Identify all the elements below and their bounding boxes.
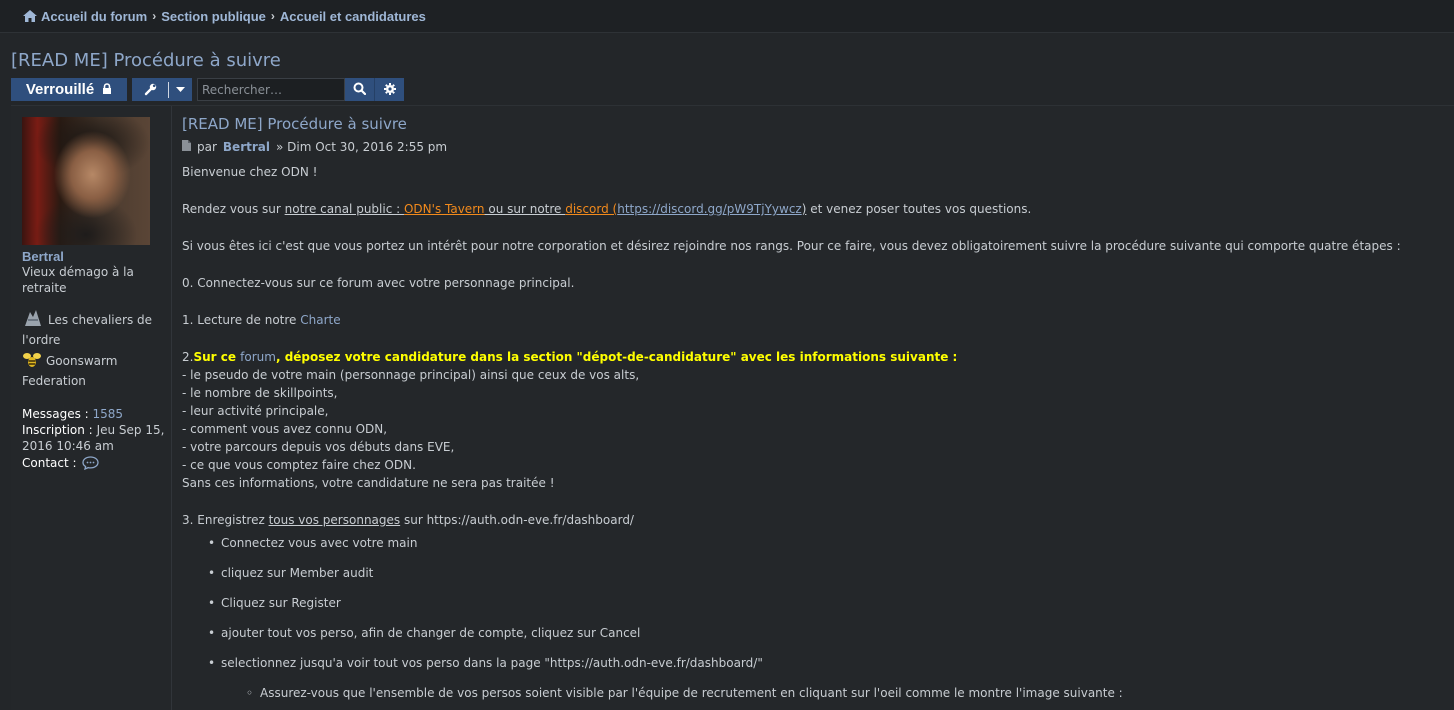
chevron-right-icon: › — [270, 9, 275, 23]
charte-link[interactable]: Charte — [300, 313, 340, 327]
canal-public-text: notre canal public : — [284, 202, 404, 216]
forum-link[interactable]: forum — [240, 350, 276, 364]
step2-heading: 2.Sur ce forum, déposez votre candidatur… — [182, 348, 1442, 366]
post-author-name[interactable]: Bertral — [223, 138, 270, 156]
topic-title[interactable]: [READ ME] Procédure à suivre — [11, 50, 281, 71]
step2-item: - votre parcours depuis vos débuts dans … — [182, 440, 455, 454]
post-title[interactable]: [READ ME] Procédure à suivre — [182, 115, 407, 133]
author-rank: Vieux démago à la retraite — [22, 265, 134, 295]
step2-item: - ce que vous comptez faire chez ODN. — [182, 458, 416, 472]
post-profile: Bertral Vieux démago à la retraite Les c… — [11, 106, 172, 710]
chevron-right-icon: › — [152, 9, 157, 23]
list-item: Connectez vous avec votre main — [182, 533, 1442, 563]
step2-warning: Sans ces informations, votre candidature… — [182, 476, 555, 490]
contact-paragraph: Rendez vous sur notre canal public : ODN… — [182, 200, 1442, 218]
chevron-down-icon[interactable] — [169, 86, 192, 93]
post: Bertral Vieux démago à la retraite Les c… — [11, 105, 1454, 710]
inscription-label: Inscription : — [22, 423, 93, 437]
step2-text-a: Sur ce — [193, 350, 241, 364]
author-name[interactable]: Bertral — [22, 249, 64, 265]
step1-prefix: 1. Lecture de notre — [182, 313, 301, 327]
step3-text: 3. Enregistrez tous vos personnages sur … — [182, 511, 1442, 529]
search-input[interactable] — [197, 78, 345, 101]
ou-sur-notre-text: ou sur notre — [484, 202, 566, 216]
sub-list-item: Assurez-vous que l'ensemble de vos perso… — [182, 683, 1442, 703]
lock-icon — [102, 81, 112, 98]
alliance-badge: Goonswarm Federation — [22, 351, 167, 389]
breadcrumb: Accueil du forum › Section publique › Ac… — [0, 0, 1454, 33]
step2-number: 2. — [182, 350, 194, 364]
step0-text: 0. Connectez-vous sur ce forum avec votr… — [182, 276, 575, 290]
contact-icon[interactable] — [82, 456, 100, 474]
messages-stat: Messages : 1585 — [22, 406, 170, 422]
action-bar: Verrouillé — [11, 78, 404, 102]
avatar[interactable] — [22, 117, 150, 245]
step2-item: - le nombre de skillpoints, — [182, 386, 338, 400]
wrench-icon[interactable] — [132, 81, 169, 98]
step3-suffix: sur https://auth.odn-eve.fr/dashboard/ — [400, 513, 634, 527]
search-icon — [353, 80, 367, 99]
step2-item: - le pseudo de votre main (personnage pr… — [182, 368, 640, 382]
messages-label: Messages : — [22, 407, 89, 421]
locked-label: Verrouillé — [25, 81, 95, 98]
step3-prefix: 3. Enregistrez — [182, 513, 269, 527]
search-button[interactable] — [345, 78, 374, 101]
odn-tavern-link[interactable]: ODN's Tavern — [404, 202, 485, 216]
contact-label: Contact : — [22, 456, 77, 470]
step3-underlined: tous vos personnages — [268, 513, 401, 527]
intro-text: Si vous êtes ici c'est que vous portez u… — [182, 239, 1401, 253]
step1-text: 1. Lecture de notre Charte — [182, 311, 1442, 329]
post-content: Bienvenue chez ODN ! Rendez vous sur not… — [182, 163, 1442, 703]
discord-link[interactable]: discord ( — [565, 202, 617, 216]
step2-text-b: , déposez votre candidature dans la sect… — [275, 350, 958, 364]
list-item: ajouter tout vos perso, afin de changer … — [182, 623, 1442, 653]
step2-item: - comment vous avez connu ODN, — [182, 422, 388, 436]
list-item: selectionnez jusqu'a voir tout vos perso… — [182, 653, 1442, 683]
post-date: » Dim Oct 30, 2016 2:55 pm — [275, 140, 448, 154]
contact-stat: Contact : — [22, 455, 170, 474]
breadcrumb-accueil-candidatures[interactable]: Accueil et candidatures — [280, 9, 426, 24]
bee-icon — [22, 351, 42, 373]
inscription-stat: Inscription : Jeu Sep 15, 2016 10:46 am — [22, 422, 170, 454]
breadcrumb-home[interactable]: Accueil du forum — [41, 9, 147, 24]
gear-icon — [383, 80, 396, 99]
post-by: par — [197, 140, 217, 154]
list-item: cliquez sur Member audit — [182, 563, 1442, 593]
step3-list: Connectez vous avec votre main cliquez s… — [182, 533, 1442, 683]
welcome-text: Bienvenue chez ODN ! — [182, 165, 318, 179]
discord-url[interactable]: https://discord.gg/pW9TjYywcz — [617, 202, 802, 216]
rendez-text: Rendez vous sur — [182, 202, 285, 216]
author-stats: Messages : 1585 Inscription : Jeu Sep 15… — [22, 406, 170, 474]
post-icon[interactable] — [182, 138, 191, 156]
breadcrumb-section-publique[interactable]: Section publique — [161, 9, 266, 24]
list-item: Cliquez sur Register — [182, 593, 1442, 623]
messages-count[interactable]: 1585 — [93, 407, 124, 421]
locked-button[interactable]: Verrouillé — [11, 78, 127, 101]
step2-item: - leur activité principale, — [182, 404, 329, 418]
post-author-line: par Bertral » Dim Oct 30, 2016 2:55 pm — [182, 138, 447, 156]
corp-badge: Les chevaliers de l'ordre — [22, 308, 167, 348]
home-icon[interactable] — [23, 10, 37, 22]
venez-text: et venez poser toutes vos questions. — [806, 202, 1032, 216]
topic-tools-button[interactable] — [132, 78, 192, 101]
advanced-search-button[interactable] — [374, 78, 404, 101]
knight-emblem-icon — [22, 308, 44, 332]
